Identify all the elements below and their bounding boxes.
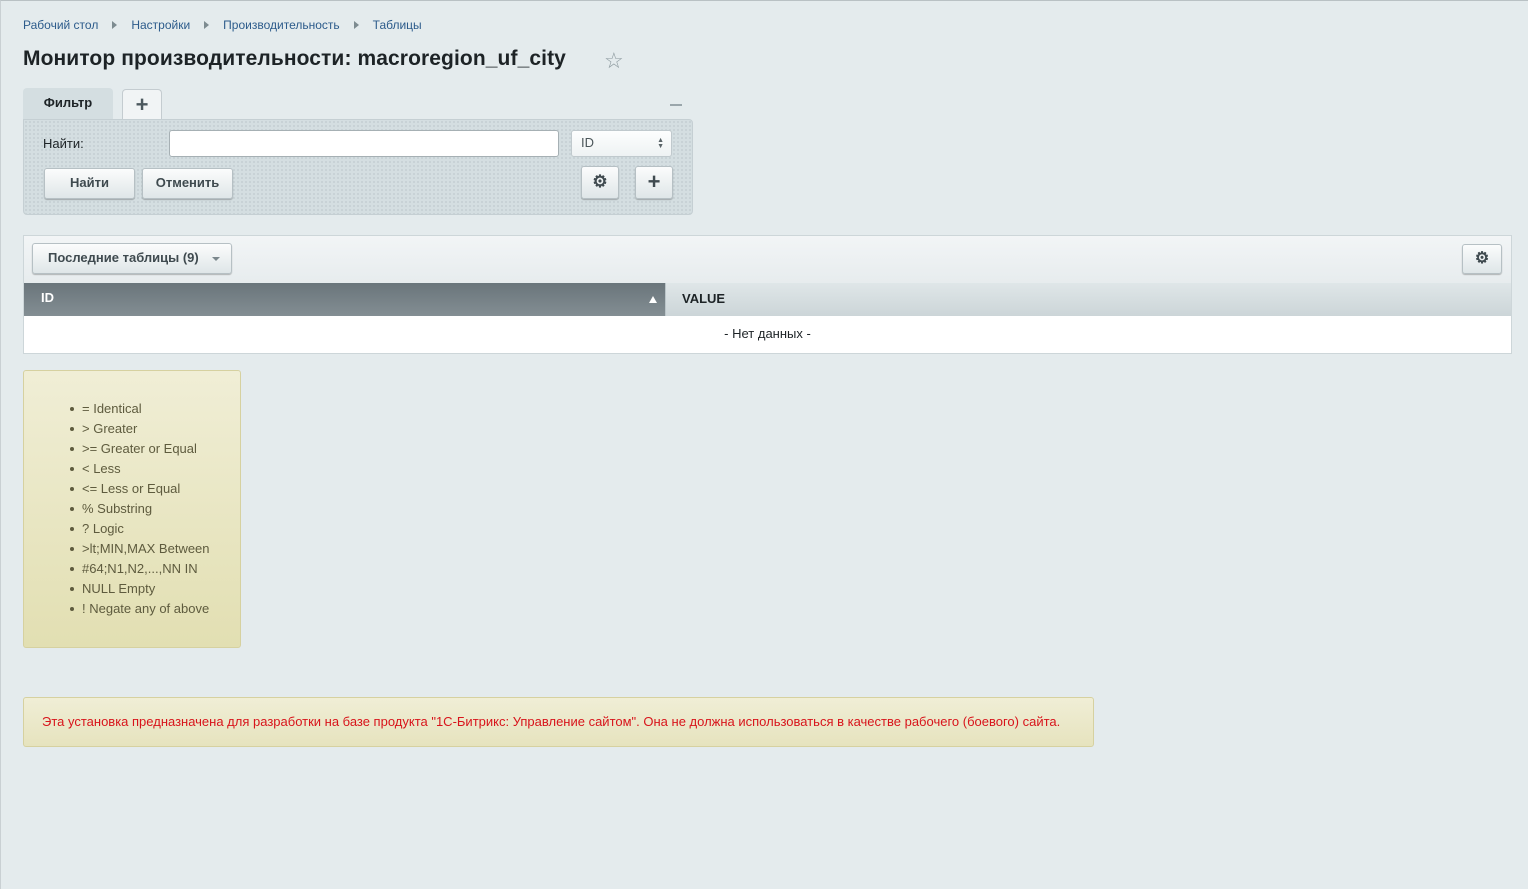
sort-asc-icon bbox=[649, 296, 657, 303]
data-grid: Последние таблицы (9) ⚙ ID VALUE - Нет д… bbox=[23, 235, 1512, 354]
list-item: >lt;MIN,MAX Between bbox=[70, 539, 210, 559]
breadcrumb-item-settings[interactable]: Настройки bbox=[131, 18, 190, 32]
filter-hint-box: = Identical > Greater >= Greater or Equa… bbox=[23, 370, 241, 648]
grid-toolbar: Последние таблицы (9) ⚙ bbox=[24, 236, 1511, 283]
list-item: < Less bbox=[70, 459, 210, 479]
add-filter-field-button[interactable]: + bbox=[635, 166, 673, 199]
empty-message: - Нет данных - bbox=[724, 326, 811, 341]
page-title: Монитор производительности: macroregion_… bbox=[23, 47, 566, 70]
list-item: > Greater bbox=[70, 419, 210, 439]
tab-filter[interactable]: Фильтр bbox=[23, 88, 113, 121]
chevron-down-icon bbox=[212, 257, 220, 261]
hint-list: = Identical > Greater >= Greater or Equa… bbox=[70, 399, 210, 619]
breadcrumb-separator-icon bbox=[204, 21, 210, 29]
list-item: >= Greater or Equal bbox=[70, 439, 210, 459]
cancel-button[interactable]: Отменить bbox=[142, 168, 233, 199]
find-label: Найти: bbox=[43, 136, 84, 151]
breadcrumb-separator-icon bbox=[112, 21, 118, 29]
plus-icon: + bbox=[647, 169, 661, 194]
breadcrumb-item-performance[interactable]: Производительность bbox=[223, 18, 339, 32]
gear-icon: ⚙ bbox=[592, 172, 608, 191]
field-select[interactable]: ID ▲ ▼ bbox=[571, 130, 672, 157]
recent-tables-label: Последние таблицы (9) bbox=[48, 250, 199, 265]
recent-tables-dropdown[interactable]: Последние таблицы (9) bbox=[32, 243, 232, 274]
list-item: ! Negate any of above bbox=[70, 599, 210, 619]
column-header-label: VALUE bbox=[682, 291, 726, 306]
grid-settings-button[interactable]: ⚙ bbox=[1462, 244, 1502, 274]
list-item: <= Less or Equal bbox=[70, 479, 210, 499]
breadcrumb-item-tables[interactable]: Таблицы bbox=[373, 18, 422, 32]
list-item: ? Logic bbox=[70, 519, 210, 539]
filter-settings-button[interactable]: ⚙ bbox=[581, 166, 619, 199]
find-button[interactable]: Найти bbox=[44, 168, 135, 199]
add-filter-tab-button[interactable]: + bbox=[122, 89, 162, 119]
search-input[interactable] bbox=[169, 130, 559, 157]
dev-install-warning: Эта установка предназначена для разработ… bbox=[23, 697, 1094, 747]
list-item: = Identical bbox=[70, 399, 210, 419]
minus-icon[interactable] bbox=[670, 104, 682, 106]
column-header-label: ID bbox=[41, 290, 54, 305]
breadcrumb: Рабочий стол Настройки Производительност… bbox=[23, 18, 422, 32]
gear-icon: ⚙ bbox=[1474, 250, 1490, 267]
column-header-id[interactable]: ID bbox=[24, 283, 665, 316]
list-item: NULL Empty bbox=[70, 579, 210, 599]
field-select-value: ID bbox=[581, 135, 594, 150]
column-header-value[interactable]: VALUE bbox=[665, 283, 1511, 316]
list-item: #64;N1,N2,...,NN IN bbox=[70, 559, 210, 579]
star-icon[interactable]: ☆ bbox=[604, 50, 624, 72]
breadcrumb-item-desktop[interactable]: Рабочий стол bbox=[23, 18, 98, 32]
breadcrumb-separator-icon bbox=[353, 21, 359, 29]
list-item: % Substring bbox=[70, 499, 210, 519]
select-arrows-icon: ▲ ▼ bbox=[657, 137, 664, 150]
plus-icon: + bbox=[135, 92, 149, 117]
